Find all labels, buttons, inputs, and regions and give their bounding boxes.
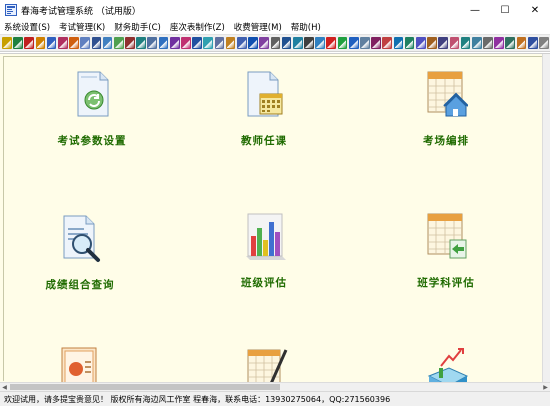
toolbar-button-31-icon[interactable] bbox=[337, 37, 348, 49]
toolbar-button-36-icon[interactable] bbox=[393, 37, 404, 49]
toolbar-button-27-icon[interactable] bbox=[292, 37, 303, 49]
menu-seating-chart[interactable]: 座次表制作(Z) bbox=[166, 21, 230, 33]
document-calendar-icon bbox=[247, 71, 283, 117]
toolbar-button-12-icon[interactable] bbox=[125, 37, 135, 49]
tile-certificate[interactable] bbox=[18, 345, 138, 382]
tile-document-pen[interactable] bbox=[206, 346, 326, 382]
tile-chart-arrow[interactable] bbox=[387, 346, 507, 382]
menu-system-settings[interactable]: 系统设置(S) bbox=[0, 21, 55, 33]
scrollbar-thumb[interactable] bbox=[10, 384, 280, 390]
toolbar-button-15-icon[interactable] bbox=[158, 37, 169, 49]
status-text: 欢迎试用，请多提宝贵意见！ 版权所有海边风工作室 程春海，联系电话：139302… bbox=[4, 394, 391, 404]
tile-label: 班学科评估 bbox=[417, 277, 475, 289]
toolbar-button-18-icon[interactable] bbox=[192, 37, 202, 49]
tile-label: 成绩组合查询 bbox=[45, 279, 115, 291]
toolbar-button-46-icon[interactable] bbox=[505, 37, 516, 49]
toolbar-button-30-icon[interactable] bbox=[326, 37, 337, 49]
toolbar-button-9-icon[interactable] bbox=[91, 37, 102, 49]
toolbar-button-23-icon[interactable] bbox=[248, 37, 258, 49]
tile-exam-parameter-settings[interactable]: 考试参数设置 bbox=[32, 68, 152, 148]
toolbar-button-22-icon[interactable] bbox=[236, 37, 247, 49]
certificate-icon bbox=[61, 347, 97, 382]
status-bar: 欢迎试用，请多提宝贵意见！ 版权所有海边风工作室 程春海，联系电话：139302… bbox=[0, 391, 550, 406]
vertical-scrollbar[interactable] bbox=[542, 54, 550, 382]
toolbar-button-38-icon[interactable] bbox=[415, 37, 426, 49]
toolbar-button-42-icon[interactable] bbox=[460, 37, 471, 49]
minimize-button[interactable]: — bbox=[460, 0, 490, 20]
toolbar-button-37-icon[interactable] bbox=[404, 37, 415, 49]
tile-label: 教师任课 bbox=[241, 135, 287, 147]
tile-teacher-assignment[interactable]: 教师任课 bbox=[204, 68, 324, 148]
toolbar bbox=[0, 34, 550, 52]
window-title: 春海考试管理系统 （试用版） bbox=[21, 6, 141, 17]
window-controls: — ☐ ✕ bbox=[460, 0, 550, 20]
calendar-house-icon bbox=[427, 71, 469, 117]
document-refresh-icon bbox=[77, 71, 109, 117]
toolbar-button-24-icon[interactable] bbox=[259, 37, 269, 49]
toolbar-button-41-icon[interactable] bbox=[449, 37, 460, 49]
toolbar-button-16-icon[interactable] bbox=[169, 37, 180, 49]
toolbar-button-26-icon[interactable] bbox=[281, 37, 292, 49]
toolbar-button-6-icon[interactable] bbox=[57, 37, 68, 49]
chart-arrow-icon bbox=[427, 348, 469, 382]
calendar-arrow-icon bbox=[427, 213, 467, 259]
toolbar-button-25-icon[interactable] bbox=[270, 37, 281, 49]
toolbar-button-35-icon[interactable] bbox=[382, 37, 393, 49]
horizontal-scrollbar[interactable]: ◀ ▶ bbox=[0, 382, 550, 391]
document-pen-icon bbox=[247, 349, 288, 382]
toolbar-button-7-icon[interactable] bbox=[69, 37, 79, 49]
tile-class-evaluation[interactable]: 班级评估 bbox=[204, 210, 324, 290]
bar-chart-icon bbox=[246, 213, 286, 260]
toolbar-button-14-icon[interactable] bbox=[147, 37, 158, 49]
toolbar-button-19-icon[interactable] bbox=[203, 37, 214, 49]
toolbar-button-39-icon[interactable] bbox=[427, 37, 437, 49]
app-icon bbox=[5, 4, 17, 16]
toolbar-button-33-icon[interactable] bbox=[360, 37, 370, 49]
toolbar-button-28-icon[interactable] bbox=[304, 37, 314, 49]
menu-fee-management[interactable]: 收费管理(M) bbox=[230, 21, 287, 33]
toolbar-button-44-icon[interactable] bbox=[483, 37, 493, 49]
title-bar: 春海考试管理系统 （试用版） — ☐ ✕ bbox=[0, 0, 550, 20]
maximize-button[interactable]: ☐ bbox=[490, 0, 520, 20]
tile-score-combined-query[interactable]: 成绩组合查询 bbox=[20, 212, 140, 292]
toolbar-button-34-icon[interactable] bbox=[371, 37, 381, 49]
tile-class-subject-evaluation[interactable]: 班学科评估 bbox=[386, 210, 506, 290]
toolbar-button-29-icon[interactable] bbox=[315, 37, 325, 49]
toolbar-button-48-icon[interactable] bbox=[527, 37, 538, 49]
toolbar-button-8-icon[interactable] bbox=[80, 37, 90, 49]
toolbar-button-21-icon[interactable] bbox=[225, 37, 236, 49]
toolbar-button-47-icon[interactable] bbox=[516, 37, 527, 49]
toolbar-button-43-icon[interactable] bbox=[471, 37, 482, 49]
toolbar-button-1-icon[interactable] bbox=[2, 37, 12, 49]
main-panel: 考试参数设置 教师任课 考场编排 成绩组合查询 班级评估 班学科评估 bbox=[0, 53, 550, 382]
toolbar-button-10-icon[interactable] bbox=[102, 37, 113, 49]
tile-label: 班级评估 bbox=[241, 277, 287, 289]
menu-finance-assistant[interactable]: 财务助手(C) bbox=[110, 21, 166, 33]
tile-exam-room-arrangement[interactable]: 考场编排 bbox=[386, 68, 506, 148]
tile-label: 考场编排 bbox=[423, 135, 469, 147]
tile-label: 考试参数设置 bbox=[57, 135, 127, 147]
toolbar-button-32-icon[interactable] bbox=[348, 37, 359, 49]
close-button[interactable]: ✕ bbox=[520, 0, 550, 20]
toolbar-button-5-icon[interactable] bbox=[46, 37, 57, 49]
toolbar-button-3-icon[interactable] bbox=[24, 37, 35, 49]
menu-bar: 系统设置(S) 考试管理(K) 财务助手(C) 座次表制作(Z) 收费管理(M)… bbox=[0, 20, 550, 34]
document-magnifier-icon bbox=[63, 215, 100, 262]
menu-exam-management[interactable]: 考试管理(K) bbox=[55, 21, 110, 33]
toolbar-button-4-icon[interactable] bbox=[35, 37, 46, 49]
toolbar-button-13-icon[interactable] bbox=[136, 37, 146, 49]
toolbar-button-20-icon[interactable] bbox=[214, 37, 225, 49]
menu-help[interactable]: 帮助(H) bbox=[287, 21, 326, 33]
toolbar-button-49-icon[interactable] bbox=[539, 37, 549, 49]
toolbar-button-11-icon[interactable] bbox=[113, 37, 124, 49]
toolbar-button-17-icon[interactable] bbox=[181, 37, 191, 49]
toolbar-button-40-icon[interactable] bbox=[438, 37, 448, 49]
toolbar-button-45-icon[interactable] bbox=[494, 37, 504, 49]
toolbar-button-2-icon[interactable] bbox=[13, 37, 23, 49]
